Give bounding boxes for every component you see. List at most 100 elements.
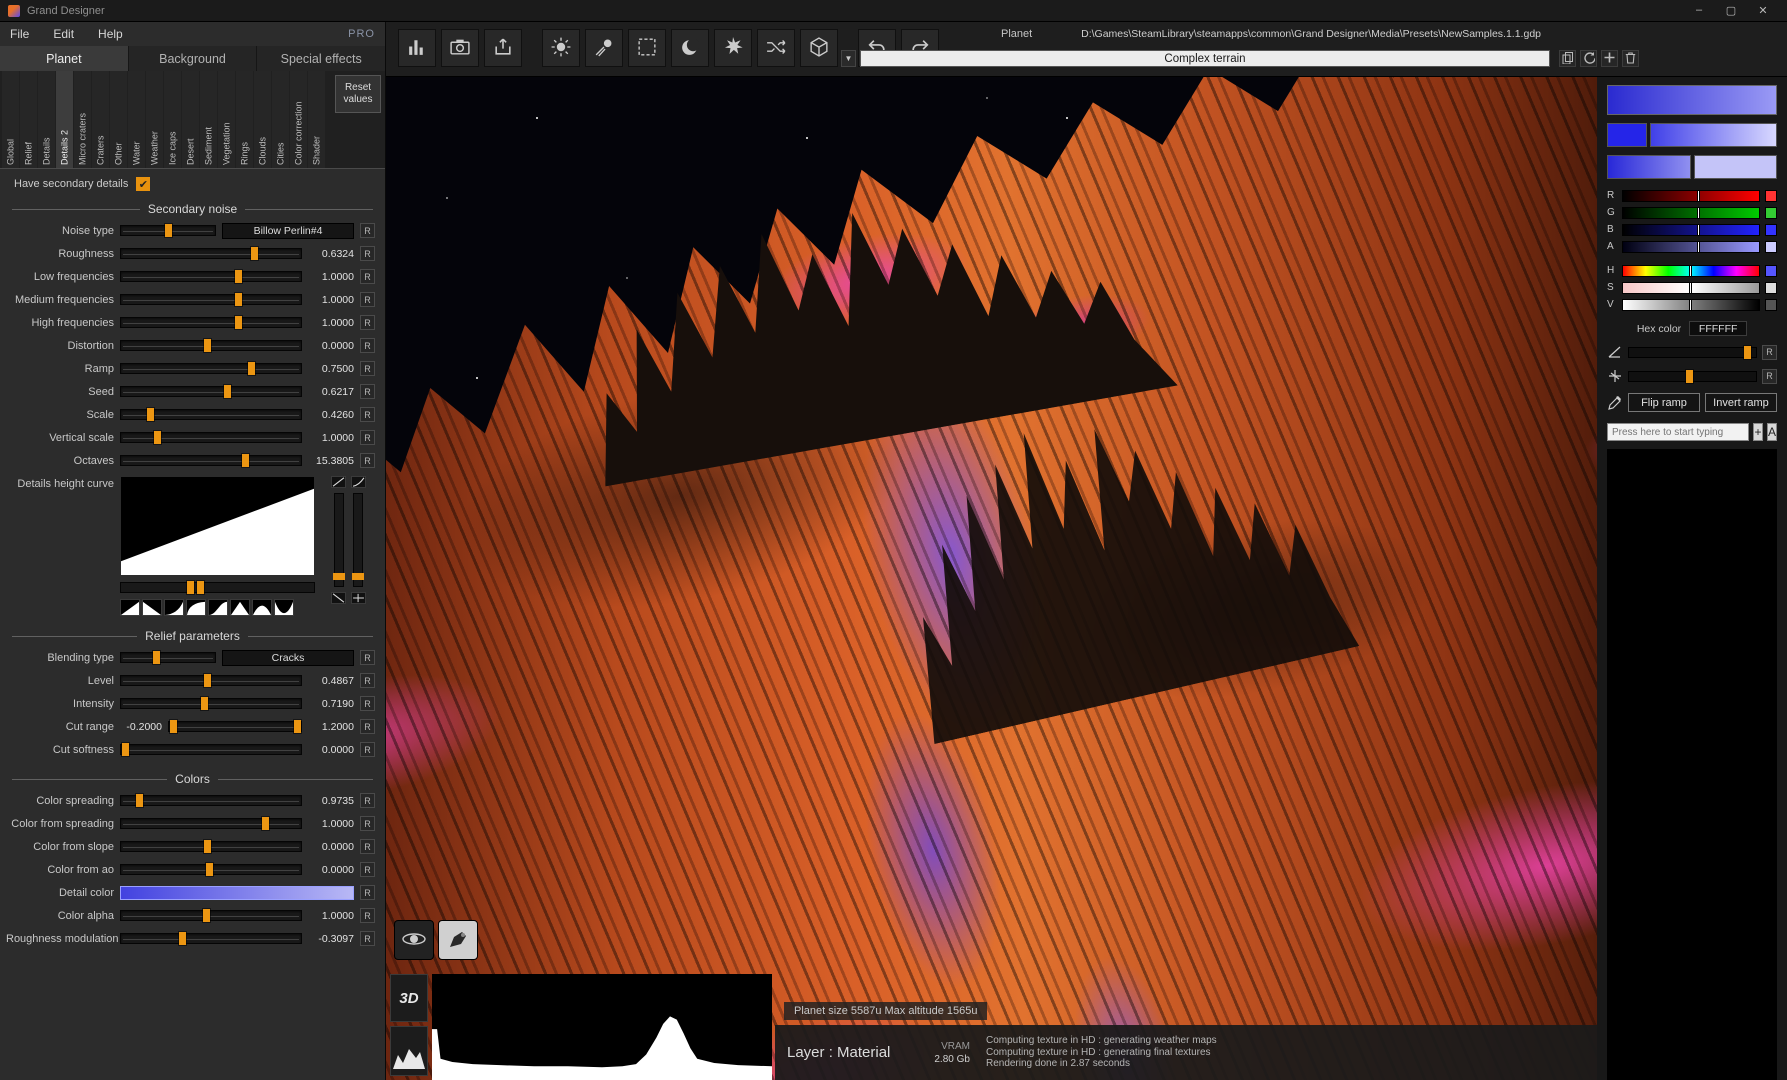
curve-range-slider[interactable]: [120, 582, 315, 593]
param-slider[interactable]: [120, 933, 302, 944]
category-tab-relief[interactable]: Relief: [20, 71, 37, 168]
param-value[interactable]: 0.9735: [308, 795, 354, 807]
curve-preset-ease-out[interactable]: [164, 599, 184, 616]
reset-param-button[interactable]: R: [360, 292, 375, 307]
view-histogram-button[interactable]: [390, 1026, 428, 1076]
param-slider[interactable]: [120, 675, 302, 686]
param-value[interactable]: 0.7190: [308, 698, 354, 710]
curve-vertical-slider-1[interactable]: [334, 493, 344, 587]
hex-color-value[interactable]: FFFFFF: [1689, 321, 1747, 336]
reset-param-button[interactable]: R: [360, 931, 375, 946]
view-3d-button[interactable]: 3D: [390, 974, 428, 1022]
reset-param-button[interactable]: R: [1762, 345, 1777, 360]
reset-param-button[interactable]: R: [1762, 369, 1777, 384]
param-value[interactable]: 0.0000: [308, 864, 354, 876]
reset-param-button[interactable]: R: [360, 338, 375, 353]
export-button[interactable]: [484, 29, 522, 67]
curve-flip-v-icon[interactable]: [351, 592, 366, 604]
minimize-button[interactable]: –: [1683, 4, 1715, 17]
param-value[interactable]: 1.0000: [308, 432, 354, 444]
param-slider[interactable]: [120, 841, 302, 852]
curve-linear-icon[interactable]: [331, 476, 346, 488]
curve-vertical-slider-2[interactable]: [353, 493, 363, 587]
channel-swatch[interactable]: [1765, 241, 1777, 253]
maximize-button[interactable]: ▢: [1715, 4, 1747, 17]
channel-swatch[interactable]: [1765, 282, 1777, 294]
param-slider[interactable]: [120, 386, 302, 397]
alphabetical-button[interactable]: A: [1767, 423, 1777, 441]
category-tab-sediment[interactable]: Sediment: [200, 71, 217, 168]
preset-add-button[interactable]: [1601, 50, 1618, 67]
ramp-segment-1[interactable]: [1650, 123, 1777, 147]
menu-edit[interactable]: Edit: [53, 27, 74, 41]
reset-param-button[interactable]: R: [360, 246, 375, 261]
reset-param-button[interactable]: R: [360, 407, 375, 422]
param-value[interactable]: 1.0000: [308, 818, 354, 830]
param-value[interactable]: 0.6324: [308, 248, 354, 260]
param-slider[interactable]: [120, 317, 302, 328]
viewport-3d[interactable]: 3D Planet size 5587u Max altitude 1565u …: [386, 77, 1597, 1080]
param-slider[interactable]: [120, 652, 216, 663]
param-value[interactable]: 0.0000: [308, 841, 354, 853]
preset-delete-button[interactable]: [1622, 50, 1639, 67]
orbit-view-button[interactable]: [394, 920, 434, 960]
invert-ramp-button[interactable]: Invert ramp: [1705, 393, 1777, 412]
explosion-button[interactable]: [714, 29, 752, 67]
channel-swatch[interactable]: [1765, 265, 1777, 277]
category-tab-other[interactable]: Other: [110, 71, 127, 168]
curve-smooth-icon[interactable]: [351, 476, 366, 488]
param-slider[interactable]: [120, 225, 216, 236]
ramp-end-swatch[interactable]: [1694, 155, 1777, 179]
param-slider[interactable]: [120, 340, 302, 351]
reset-param-button[interactable]: R: [360, 862, 375, 877]
param-slider[interactable]: [120, 363, 302, 374]
close-button[interactable]: ✕: [1747, 4, 1779, 17]
curve-preset-ramp-up[interactable]: [120, 599, 140, 616]
category-tab-global[interactable]: Global: [2, 71, 19, 168]
flip-ramp-button[interactable]: Flip ramp: [1628, 393, 1700, 412]
tab-background[interactable]: Background: [129, 46, 257, 71]
details-height-curve-editor[interactable]: [120, 476, 315, 576]
param-dropdown[interactable]: Billow Perlin#4: [222, 223, 354, 239]
current-color-swatch[interactable]: [1607, 123, 1647, 147]
category-tab-cities[interactable]: Cities: [272, 71, 289, 168]
moon-button[interactable]: [671, 29, 709, 67]
param-slider[interactable]: [120, 698, 302, 709]
channel-slider[interactable]: [1622, 282, 1760, 294]
reset-param-button[interactable]: R: [360, 696, 375, 711]
param-slider[interactable]: [120, 864, 302, 875]
channel-swatch[interactable]: [1765, 207, 1777, 219]
curve-preset-ease-in[interactable]: [186, 599, 206, 616]
preset-select[interactable]: Complex terrain: [860, 50, 1550, 67]
channel-slider[interactable]: [1622, 265, 1760, 277]
shuffle-button[interactable]: [757, 29, 795, 67]
tab-planet[interactable]: Planet: [0, 46, 128, 71]
param-value[interactable]: 0.4260: [308, 409, 354, 421]
param-slider[interactable]: [120, 910, 302, 921]
selection-button[interactable]: [628, 29, 666, 67]
reset-param-button[interactable]: R: [360, 673, 375, 688]
category-tab-vegetation[interactable]: Vegetation: [218, 71, 235, 168]
channel-slider[interactable]: [1622, 207, 1760, 219]
curve-preset-ramp-down[interactable]: [142, 599, 162, 616]
eyedropper-icon[interactable]: [1607, 395, 1623, 411]
param-value[interactable]: 0.0000: [308, 744, 354, 756]
sun-button[interactable]: [542, 29, 580, 67]
curve-flip-h-icon[interactable]: [331, 592, 346, 604]
category-tab-color-correction[interactable]: Color correction: [290, 71, 307, 168]
param-slider[interactable]: [120, 294, 302, 305]
param-slider[interactable]: [120, 432, 302, 443]
param-value[interactable]: 0.7500: [308, 363, 354, 375]
channel-swatch[interactable]: [1765, 224, 1777, 236]
reset-param-button[interactable]: R: [360, 223, 375, 238]
param-value[interactable]: 1.0000: [308, 317, 354, 329]
reset-param-button[interactable]: R: [360, 742, 375, 757]
category-tab-water[interactable]: Water: [128, 71, 145, 168]
param-value[interactable]: 1.2000: [308, 721, 354, 733]
preset-list-area[interactable]: [1607, 449, 1777, 1080]
channel-swatch[interactable]: [1765, 190, 1777, 202]
paint-tool-button[interactable]: [438, 920, 478, 960]
reset-values-button[interactable]: Reset values: [335, 75, 381, 113]
category-tab-ice-caps[interactable]: Ice caps: [164, 71, 181, 168]
channel-swatch[interactable]: [1765, 299, 1777, 311]
